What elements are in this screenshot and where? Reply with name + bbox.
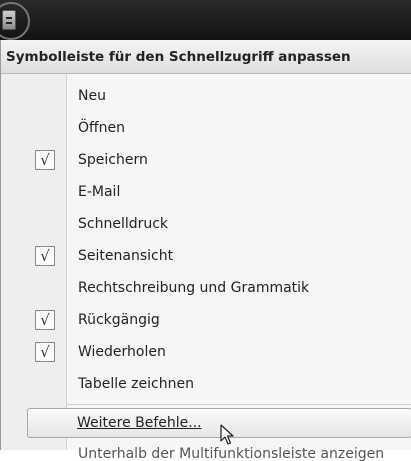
menu-item-rechtschreibung[interactable]: √ Rechtschreibung und Grammatik [1, 272, 411, 304]
menu-item-label: Tabelle zeichnen [78, 376, 194, 392]
menu-item-label: Öffnen [78, 120, 126, 136]
menu-item-speichern[interactable]: √ Speichern [1, 144, 411, 176]
menu-separator [67, 404, 411, 405]
checkmark-icon: √ [35, 246, 55, 266]
menu-item-label: E-Mail [78, 184, 121, 200]
menu-item-show-below-ribbon[interactable]: Unterhalb der Multifunktionsleiste anzei… [78, 443, 411, 461]
menu-item-seitenansicht[interactable]: √ Seitenansicht [1, 240, 411, 272]
menu-item-label: Neu [78, 88, 106, 104]
checkmark-icon: √ [35, 150, 55, 170]
checkmark-icon: √ [35, 310, 55, 330]
menu-item-label: Wiederholen [78, 344, 166, 360]
title-bar [0, 0, 411, 40]
menu-item-label: Unterhalb der Multifunktionsleiste anzei… [78, 446, 385, 461]
menu-header: Symbolleiste für den Schnellzugriff anpa… [1, 40, 411, 74]
menu-items: √ Neu √ Öffnen √ Speichern √ E-Mail √ Sc… [1, 80, 411, 400]
highlight-circle [0, 2, 30, 40]
menu-item-neu[interactable]: √ Neu [1, 80, 411, 112]
menu-item-wiederholen[interactable]: √ Wiederholen [1, 336, 411, 368]
menu-item-tabelle-zeichnen[interactable]: √ Tabelle zeichnen [1, 368, 411, 400]
menu-item-oeffnen[interactable]: √ Öffnen [1, 112, 411, 144]
menu-item-label: Seitenansicht [78, 248, 174, 264]
menu-item-label: Rechtschreibung und Grammatik [78, 280, 310, 296]
menu-item-e-mail[interactable]: √ E-Mail [1, 176, 411, 208]
menu-item-label: Weitere Befehle... [77, 415, 202, 431]
menu-item-schnelldruck[interactable]: √ Schnelldruck [1, 208, 411, 240]
customize-qat-menu: Symbolleiste für den Schnellzugriff anpa… [0, 40, 411, 461]
menu-item-label: Speichern [78, 152, 148, 168]
checkmark-icon: √ [35, 342, 55, 362]
menu-item-weitere-befehle[interactable]: Weitere Befehle... [27, 408, 411, 445]
menu-item-label: Rückgängig [78, 312, 160, 328]
menu-item-label: Schnelldruck [78, 216, 169, 232]
menu-item-rueckgaengig[interactable]: √ Rückgängig [1, 304, 411, 336]
